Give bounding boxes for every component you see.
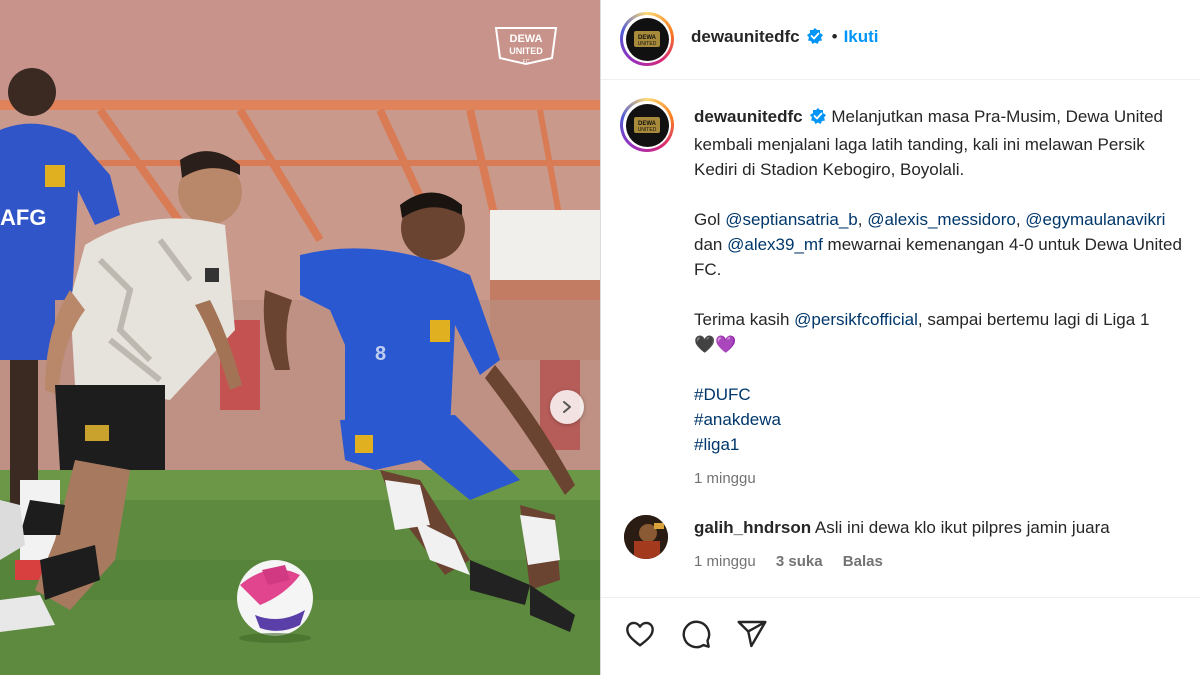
- mention-link[interactable]: @septiansatria_b: [725, 210, 858, 229]
- goals-prefix: Gol: [694, 210, 721, 229]
- club-logo-icon: DEWA UNITED: [634, 31, 660, 47]
- jersey-sponsor-text: AFG: [0, 205, 46, 230]
- header-username[interactable]: dewaunitedfc: [691, 27, 800, 46]
- caption-text-line1: Melanjutkan masa Pra-Musim, Dewa United: [831, 107, 1163, 126]
- club-watermark-logo: DEWA UNITED FC: [490, 24, 562, 66]
- caption-text-line3: Kediri di Stadion Kebogiro, Boyolali.: [694, 160, 965, 179]
- post-caption: dewaunitedfc Melanjutkan masa Pra-Musim,…: [694, 104, 1200, 491]
- comment-button[interactable]: [679, 618, 713, 650]
- comment-item: galih_hndrson Asli ini dewa klo ikut pil…: [694, 515, 1200, 574]
- thanks-prefix: Terima kasih: [694, 310, 790, 329]
- action-bar: [623, 614, 769, 654]
- thanks-suffix: , sampai bertemu lagi di Liga 1: [917, 310, 1150, 329]
- svg-text:UNITED: UNITED: [638, 41, 657, 47]
- post-photo[interactable]: AFG 8 DEWA UNITED FC: [0, 0, 600, 675]
- follow-button[interactable]: Ikuti: [844, 27, 879, 46]
- comment-icon: [682, 620, 711, 649]
- caption-avatar[interactable]: DEWA UNITED: [620, 98, 674, 152]
- comma: ,: [857, 210, 863, 229]
- caption-username[interactable]: dewaunitedfc: [694, 107, 803, 126]
- svg-text:UNITED: UNITED: [638, 127, 657, 133]
- mention-link[interactable]: @alexis_messidoro: [867, 210, 1016, 229]
- comment-text: Asli ini dewa klo ikut pilpres jamin jua…: [814, 518, 1110, 537]
- comment-timestamp[interactable]: 1 minggu: [694, 553, 756, 570]
- heart-emojis: 🖤💜: [694, 335, 737, 354]
- verified-badge-icon: [806, 27, 824, 50]
- reply-button[interactable]: Balas: [843, 553, 883, 570]
- and-text: dan: [694, 235, 723, 254]
- like-button[interactable]: [623, 618, 657, 650]
- caption-text-line2: kembali menjalani laga latih tanding, ka…: [694, 135, 1145, 154]
- commenter-avatar[interactable]: [624, 515, 668, 559]
- svg-text:UNITED: UNITED: [509, 46, 543, 56]
- post-header: DEWA UNITED dewaunitedfc • Ikuti: [601, 0, 1200, 80]
- verified-badge-icon: [809, 107, 827, 132]
- actions-divider: [601, 597, 1200, 598]
- club-logo-icon: DEWA UNITED: [634, 117, 660, 133]
- mention-link[interactable]: @persikfcofficial: [794, 310, 918, 329]
- hashtag-link[interactable]: #anakdewa: [694, 410, 781, 429]
- next-photo-button[interactable]: [550, 390, 584, 424]
- svg-text:DEWA: DEWA: [510, 33, 543, 45]
- chevron-right-icon: [563, 401, 571, 413]
- post-info-panel: DEWA UNITED dewaunitedfc • Ikuti DEWA UNI…: [600, 0, 1200, 675]
- football-match-photo: AFG 8: [0, 0, 600, 675]
- heart-icon: [626, 621, 654, 647]
- share-icon: [737, 620, 767, 648]
- mention-link[interactable]: @egymaulanavikri: [1025, 210, 1165, 229]
- comma: ,: [1015, 210, 1021, 229]
- goals-suffix: mewarnai kemenangan 4-0 untuk Dewa Unite…: [827, 235, 1182, 254]
- svg-text:FC: FC: [523, 59, 530, 65]
- comment-username[interactable]: galih_hndrson: [694, 518, 811, 537]
- hashtag-link[interactable]: #DUFC: [694, 385, 751, 404]
- avatar[interactable]: DEWA UNITED: [620, 12, 674, 66]
- comment-likes[interactable]: 3 suka: [776, 553, 823, 570]
- mention-link[interactable]: @alex39_mf: [727, 235, 823, 254]
- hashtag-link[interactable]: #liga1: [694, 435, 739, 454]
- post-timestamp[interactable]: 1 minggu: [694, 470, 756, 487]
- share-button[interactable]: [735, 618, 769, 650]
- goals-suffix-line2: FC.: [694, 260, 722, 279]
- separator-dot: •: [831, 27, 838, 46]
- svg-text:8: 8: [375, 343, 386, 365]
